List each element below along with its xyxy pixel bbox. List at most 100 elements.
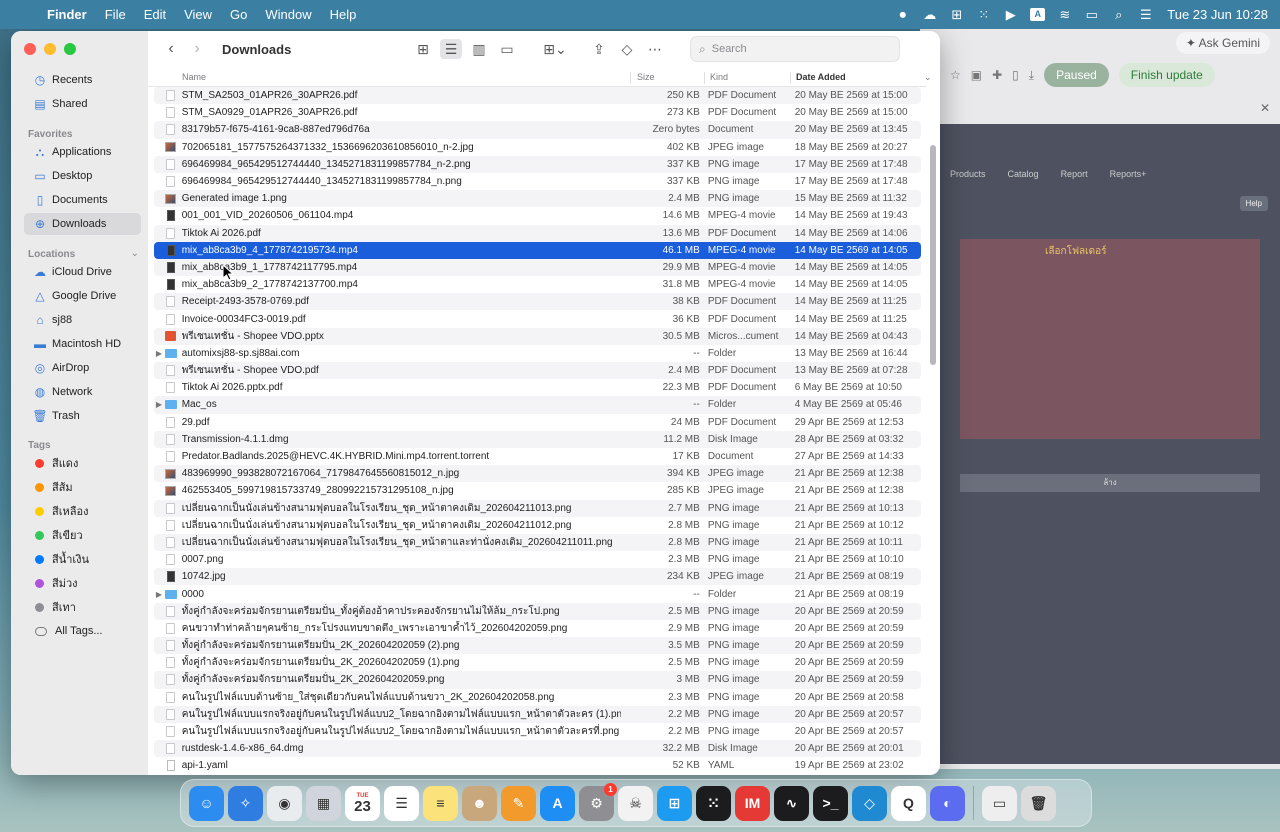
cloud-icon[interactable]: ☁	[916, 7, 943, 23]
paused-button[interactable]: Paused	[1044, 63, 1109, 87]
column-divider[interactable]	[790, 72, 791, 84]
dock-calendar[interactable]: TUE 23	[345, 785, 380, 821]
group-button[interactable]: ⊞⌄	[538, 39, 572, 59]
more-button[interactable]: ⋯	[644, 39, 666, 59]
dock-preview[interactable]: ▭	[982, 785, 1017, 821]
close-icon[interactable]: ✕	[1260, 101, 1270, 115]
download-icon[interactable]: ⤓	[1029, 68, 1034, 83]
sidebar-item-home[interactable]: ⌂ sj88	[24, 309, 141, 331]
dock-im-app[interactable]: IM	[735, 785, 770, 821]
column-date-added[interactable]: Date Added	[796, 72, 846, 82]
file-row[interactable]: ทั้งคู่กำลังจะคร่อมจักรยานเตรียมปั่น_2K_…	[154, 654, 921, 671]
menu-app-name[interactable]: Finder	[38, 7, 96, 22]
dock-system-settings[interactable]: ⚙ 1	[579, 782, 617, 821]
list-view-button[interactable]: ☰	[440, 39, 462, 59]
keyboard-a-icon[interactable]: A	[1024, 8, 1051, 21]
file-row[interactable]: 0007.png 2.3 MB PNG image 21 Apr BE 2569 at…	[154, 551, 921, 568]
search-icon[interactable]: ⌕	[1105, 7, 1132, 23]
icon-view-button[interactable]: ⊞	[412, 39, 434, 59]
gallery-view-button[interactable]: ▭	[496, 39, 518, 59]
file-row[interactable]: 001_001_VID_20260506_061104.mp4 14.6 MB MP…	[154, 207, 921, 224]
column-divider[interactable]	[704, 72, 705, 84]
file-row[interactable]: คนในรูปไฟล์แบบแรกจริงอยู่กับคนในรูปไฟล์แ…	[154, 723, 921, 740]
clear-bar[interactable]: ล้าง	[960, 474, 1260, 492]
file-row[interactable]: mix_ab8ca3b9_4_1778742195734.mp4 46.1 MB M…	[154, 241, 921, 259]
dock-finder[interactable]: ☺	[189, 785, 224, 821]
sidebar-icon[interactable]: ▯	[1012, 68, 1019, 82]
file-row[interactable]: ทั้งคู่กำลังจะคร่อมจักรยานเตรียมปั่น_ทั้…	[154, 602, 921, 620]
forward-button[interactable]: ›	[184, 40, 210, 58]
sidebar-item-downloads[interactable]: ⊕ Downloads	[24, 213, 141, 235]
dock-windows-app[interactable]: ⊞	[657, 785, 692, 821]
play-icon[interactable]: ▶	[997, 7, 1024, 23]
file-row[interactable]: พรีเซนเทชั่น - Shopee VDO.pdf 2.4 MB PDF D…	[154, 362, 921, 380]
sidebar-item-airdrop[interactable]: ◎ AirDrop	[24, 357, 141, 379]
file-row[interactable]: Predator.Badlands.2025@HEVC.4K.HYBRID.Mi…	[154, 448, 921, 465]
chevron-down-icon[interactable]: ⌄	[131, 248, 139, 259]
scrollbar-thumb[interactable]	[930, 145, 936, 365]
file-row[interactable]: Tiktok Ai 2026.pdf 13.6 MB PDF Document 14 …	[154, 224, 921, 242]
file-row[interactable]: ▶ 0000 -- Folder 21 Apr BE 2569 at 08:19	[154, 585, 921, 602]
dock-activity-monitor[interactable]: ∿	[774, 785, 809, 821]
column-view-button[interactable]: ▥	[468, 39, 490, 59]
file-row[interactable]: เปลี่ยนฉากเป็นนั่งเล่นข้างสนามฟุตบอลในโร…	[154, 499, 921, 517]
menu-go[interactable]: Go	[221, 7, 256, 22]
sidebar-item-documents[interactable]: ▯ Documents	[24, 189, 141, 211]
sidebar-tag[interactable]: All Tags...	[24, 620, 141, 642]
file-row[interactable]: mix_ab8ca3b9_1_1778742117795.mp4 29.9 MB M…	[154, 258, 921, 277]
help-button[interactable]: Help	[1239, 196, 1268, 211]
dock-app-store[interactable]: A	[540, 785, 575, 821]
nav-products[interactable]: Products	[950, 169, 986, 179]
sidebar-item-macintosh-hd[interactable]: ▬ Macintosh HD	[24, 333, 141, 355]
wifi-icon[interactable]: ≋	[1051, 7, 1078, 23]
sidebar-item-trash[interactable]: 🗑 Trash	[24, 405, 141, 427]
sidebar-item-network[interactable]: ◍ Network	[24, 381, 141, 403]
sidebar-item-desktop[interactable]: ▭ Desktop	[24, 165, 141, 187]
file-row[interactable]: 29.pdf 24 MB PDF Document 29 Apr BE 2569 at…	[154, 414, 921, 431]
pick-folder-label[interactable]: เลือกโฟลเดอร์	[1045, 244, 1106, 259]
file-row[interactable]: api-1.yaml 52 KB YAML 19 Apr BE 2569 at 23:…	[154, 757, 921, 774]
file-row[interactable]: 696469984_965429512744440_13452718311998…	[154, 155, 921, 173]
sidebar-tag[interactable]: สีเทา	[24, 596, 141, 618]
zoom-window-button[interactable]	[64, 43, 76, 55]
dock-launchpad[interactable]: ▦	[306, 785, 341, 821]
file-row[interactable]: 696469984_965429512744440_13452718311998…	[154, 173, 921, 190]
dock-contacts[interactable]: ☻	[462, 785, 497, 821]
disclosure-triangle-icon[interactable]: ▶	[154, 349, 164, 358]
file-row[interactable]: Generated image 1.png 2.4 MB PNG image 15 M…	[154, 190, 921, 208]
dock-chrome[interactable]: ◉	[267, 785, 302, 821]
file-row[interactable]: 483969990_993828072167064_71798476455608…	[154, 465, 921, 483]
file-row[interactable]: rustdesk-1.4.6-x86_64.dmg 32.2 MB Disk Ima…	[154, 740, 921, 758]
file-row[interactable]: ทั้งคู่กำลังจะคร่อมจักรยานเตรียมปั่น_2K_…	[154, 637, 921, 655]
nav-report[interactable]: Report	[1061, 169, 1088, 179]
sidebar-item-shared[interactable]: ▤ Shared	[24, 93, 141, 115]
file-row[interactable]: Transmission-4.1.1.dmg 11.2 MB Disk Image 2…	[154, 430, 921, 448]
menu-help[interactable]: Help	[321, 7, 366, 22]
nav-catalog[interactable]: Catalog	[1008, 169, 1039, 179]
file-row[interactable]: ทั้งคู่กำลังจะคร่อมจักรยานเตรียมปั่น_2K_…	[154, 671, 921, 689]
column-divider[interactable]	[630, 72, 631, 84]
back-button[interactable]: ‹	[158, 40, 184, 58]
control-center-icon[interactable]: ☰	[1132, 7, 1159, 23]
search-input[interactable]: ⌕ Search	[690, 36, 900, 62]
dock-grid-app[interactable]: ⁙	[696, 785, 731, 821]
disclosure-triangle-icon[interactable]: ▶	[154, 590, 164, 599]
share-button[interactable]: ⇪	[588, 39, 610, 59]
column-size[interactable]: Size	[637, 72, 655, 82]
file-row[interactable]: Receipt-2493-3578-0769.pdf 38 KB PDF Docum…	[154, 293, 921, 311]
dock-safari[interactable]: ✧	[228, 785, 263, 821]
sidebar-tag[interactable]: สีม่วง	[24, 572, 141, 594]
file-row[interactable]: คนในรูปไฟล์แบบด้านซ้าย_ใส่ชุดเดียวกับคนไ…	[154, 689, 921, 706]
sidebar-tag[interactable]: สีเขียว	[24, 524, 141, 546]
puzzle-icon[interactable]: ✚	[992, 68, 1002, 82]
sidebar-item-google-drive[interactable]: △ Google Drive	[24, 285, 141, 307]
file-row[interactable]: 462553405_599719815733749_28099221573129…	[154, 482, 921, 499]
dock-reminders[interactable]: ☰	[384, 785, 419, 821]
menu-file[interactable]: File	[96, 7, 135, 22]
disclosure-triangle-icon[interactable]: ▶	[154, 400, 164, 409]
scrollbar[interactable]	[930, 93, 937, 766]
menu-window[interactable]: Window	[256, 7, 320, 22]
file-row[interactable]: 10742.jpg 234 KB JPEG image 21 Apr BE 2569 …	[154, 568, 921, 586]
file-row[interactable]: STM_SA0929_01APR26_30APR26.pdf 273 KB PDF …	[154, 104, 921, 121]
file-row[interactable]: mix_ab8ca3b9_2_1778742137700.mp4 31.8 MB M…	[154, 276, 921, 293]
